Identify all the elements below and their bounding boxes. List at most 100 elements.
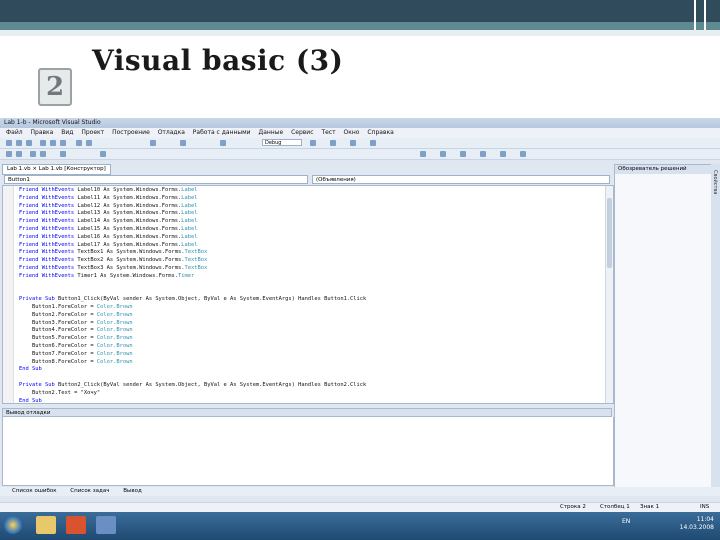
open-icon[interactable] <box>16 140 22 146</box>
undo-icon[interactable] <box>76 140 82 146</box>
step-icon[interactable] <box>220 140 226 146</box>
menu-item[interactable]: Справка <box>367 129 393 136</box>
code-token: Timer1 <box>77 272 97 279</box>
code-line[interactable]: Friend WithEvents TextBox3 As System.Win… <box>19 265 366 273</box>
format-icon[interactable] <box>420 151 426 157</box>
config-combo[interactable]: Debug <box>262 139 302 146</box>
code-line[interactable]: Button5.ForeColor = Color.Brown <box>19 335 366 343</box>
format-icon[interactable] <box>520 151 526 157</box>
menu-item[interactable]: Тест <box>321 129 335 136</box>
properties-icon[interactable] <box>350 140 356 146</box>
code-line[interactable]: End Sub <box>19 366 366 374</box>
code-line[interactable]: Friend WithEvents Label15 As System.Wind… <box>19 226 366 234</box>
new-file-icon[interactable] <box>6 140 12 146</box>
code-line[interactable] <box>19 288 366 296</box>
comment-icon[interactable] <box>30 151 36 157</box>
format-icon[interactable] <box>440 151 446 157</box>
code-line[interactable]: Button4.ForeColor = Color.Brown <box>19 327 366 335</box>
code-line[interactable]: Button3.ForeColor = Color.Brown <box>19 320 366 328</box>
code-line[interactable]: Friend WithEvents Label13 As System.Wind… <box>19 210 366 218</box>
menu-item[interactable]: Построение <box>112 129 150 136</box>
menu-item[interactable]: Сервис <box>291 129 313 136</box>
code-line[interactable]: Friend WithEvents Timer1 As System.Windo… <box>19 273 366 281</box>
visual-studio-taskbar-icon[interactable] <box>96 516 116 534</box>
tab-output[interactable]: Вывод <box>123 488 142 494</box>
copy-icon[interactable] <box>50 140 56 146</box>
tab-task-list[interactable]: Список задач <box>70 488 109 494</box>
toolbox-icon[interactable] <box>370 140 376 146</box>
code-line[interactable]: Friend WithEvents Label11 As System.Wind… <box>19 195 366 203</box>
menu-item[interactable]: Отладка <box>158 129 185 136</box>
code-line[interactable]: Friend WithEvents Label16 As System.Wind… <box>19 234 366 242</box>
output-panel[interactable] <box>2 417 614 486</box>
code-line[interactable] <box>19 374 366 382</box>
properties-tab-label: Свойства <box>712 170 718 195</box>
code-line[interactable]: Friend WithEvents Label12 As System.Wind… <box>19 203 366 211</box>
code-token: Private Sub <box>19 381 58 388</box>
menu-item[interactable]: Правка <box>31 129 54 136</box>
bookmark-icon[interactable] <box>60 151 66 157</box>
menu-item[interactable]: Данные <box>259 129 284 136</box>
system-clock[interactable]: 11:04 14.03.2008 <box>680 516 714 532</box>
tab-error-list[interactable]: Список ошибок <box>12 488 57 494</box>
indent-icon[interactable] <box>6 151 12 157</box>
keyboard-language[interactable]: EN <box>622 518 630 525</box>
code-token: Friend WithEvents <box>19 257 78 264</box>
tab-code[interactable]: Lab 1.vb × Lab 1.vb [Конструктор] <box>2 164 111 175</box>
align-icon[interactable] <box>100 151 106 157</box>
code-line[interactable] <box>19 281 366 289</box>
slide-number-icon: 2 <box>38 68 72 106</box>
code-line[interactable]: Private Sub Button2_Click(ByVal sender A… <box>19 382 366 390</box>
code-token: As System.Windows.Forms. <box>100 218 182 225</box>
class-dropdown[interactable]: Button1 <box>4 175 308 184</box>
pause-icon[interactable] <box>180 140 186 146</box>
editor-scrollbar[interactable] <box>605 186 613 403</box>
status-char: Знак 1 <box>640 504 660 510</box>
code-line[interactable]: Friend WithEvents TextBox2 As System.Win… <box>19 257 366 265</box>
code-line[interactable]: Button7.ForeColor = Color.Brown <box>19 351 366 359</box>
paste-icon[interactable] <box>60 140 66 146</box>
properties-edge-tab[interactable]: Свойства <box>711 164 720 487</box>
code-line[interactable]: End Sub <box>19 398 366 403</box>
code-token: Friend WithEvents <box>19 194 78 201</box>
menu-item[interactable]: Вид <box>61 129 73 136</box>
save-icon[interactable] <box>26 140 32 146</box>
start-button-icon[interactable] <box>4 516 22 534</box>
scroll-thumb[interactable] <box>607 198 612 268</box>
powerpoint-taskbar-icon[interactable] <box>66 516 86 534</box>
code-token: Label <box>181 187 198 193</box>
solution-explorer-icon[interactable] <box>330 140 336 146</box>
menu-item[interactable]: Окно <box>344 129 360 136</box>
menu-item[interactable]: Работа с данными <box>193 129 251 136</box>
format-icon[interactable] <box>480 151 486 157</box>
folder-taskbar-icon[interactable] <box>36 516 56 534</box>
code-line[interactable]: Button8.ForeColor = Color.Brown <box>19 359 366 367</box>
code-text[interactable]: Friend WithEvents Label10 As System.Wind… <box>19 187 366 403</box>
tab-designer-label[interactable]: Lab 1.vb [Конструктор] <box>39 166 106 172</box>
uncomment-icon[interactable] <box>40 151 46 157</box>
format-icon[interactable] <box>460 151 466 157</box>
code-line[interactable]: Button2.Text = "Хочу" <box>19 390 366 398</box>
code-line[interactable]: Private Sub Button1_Click(ByVal sender A… <box>19 296 366 304</box>
start-debug-icon[interactable] <box>150 140 156 146</box>
code-line[interactable]: Friend WithEvents Label17 As System.Wind… <box>19 242 366 250</box>
member-dropdown[interactable]: (Объявления) <box>312 175 610 184</box>
code-line[interactable]: Friend WithEvents Label14 As System.Wind… <box>19 218 366 226</box>
code-line[interactable]: Button1.ForeColor = Color.Brown <box>19 304 366 312</box>
code-line[interactable]: Button6.ForeColor = Color.Brown <box>19 343 366 351</box>
menu-item[interactable]: Проект <box>81 129 104 136</box>
code-line[interactable]: Button2.ForeColor = Color.Brown <box>19 312 366 320</box>
redo-icon[interactable] <box>86 140 92 146</box>
windows-taskbar: EN 11:04 14.03.2008 <box>0 512 720 540</box>
code-editor[interactable]: Friend WithEvents Label10 As System.Wind… <box>2 185 614 404</box>
solution-explorer-panel[interactable]: Обозреватель решений <box>614 164 712 489</box>
format-icon[interactable] <box>500 151 506 157</box>
code-line[interactable]: Friend WithEvents TextBox1 As System.Win… <box>19 249 366 257</box>
cut-icon[interactable] <box>40 140 46 146</box>
code-line[interactable]: Friend WithEvents Label10 As System.Wind… <box>19 187 366 195</box>
outdent-icon[interactable] <box>16 151 22 157</box>
find-icon[interactable] <box>310 140 316 146</box>
menu-item[interactable]: Файл <box>6 129 23 136</box>
toolbar-edit <box>0 149 720 160</box>
